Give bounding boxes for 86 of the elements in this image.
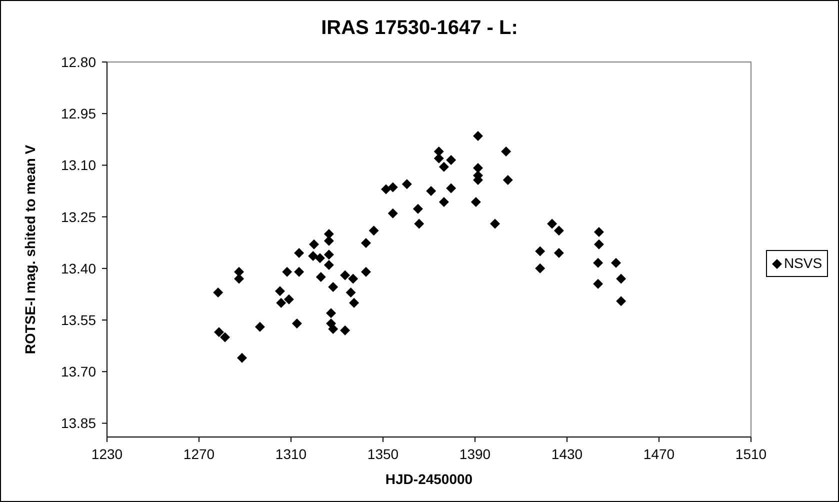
x-tick-label: 1350 [367,446,399,462]
x-tick-label: 1310 [275,446,307,462]
data-point [593,278,604,289]
data-point [346,288,356,298]
x-axis-label: HJD-2450000 [385,471,473,487]
data-point [446,183,456,194]
data-point [368,226,379,236]
data-point [616,296,626,306]
y-tick-label: 12.80 [60,54,96,70]
data-point [284,294,294,304]
data-point [388,208,398,218]
data-point [276,298,286,308]
data-point [381,184,391,194]
data-point [294,248,304,258]
data-point [316,272,326,282]
y-tick-label: 13.55 [60,312,96,328]
data-point [340,325,350,336]
data-point [340,270,350,280]
y-tick-label: 13.25 [60,208,96,225]
data-point [234,266,244,277]
x-tick-label: 1430 [551,446,583,462]
y-tick-label: 13.40 [60,260,96,276]
data-point [214,327,224,338]
data-point [412,204,423,214]
x-tick-label: 1510 [735,446,767,462]
data-point [282,266,292,277]
data-point [470,197,481,208]
data-point [473,175,483,185]
y-tick-label: 13.70 [60,364,96,380]
data-point [254,322,265,332]
data-point [438,197,449,208]
data-point [326,308,336,318]
data-point [237,352,247,363]
data-point [294,266,304,277]
data-point [292,318,302,328]
data-point [309,239,319,250]
data-point [360,266,371,277]
data-point [434,153,444,164]
data-point [314,253,325,264]
data-point [616,274,626,284]
data-point [473,130,483,141]
data-point [402,179,412,190]
data-point [535,246,546,256]
data-point [308,251,318,262]
data-point [593,258,604,268]
data-point [324,236,334,246]
data-point [554,248,564,258]
data-point [324,229,334,240]
data-point [554,226,564,236]
data-point [473,162,483,173]
data-point [324,260,334,270]
data-point [234,274,244,284]
data-point [547,218,558,229]
data-point [274,286,285,296]
data-point [414,218,424,229]
data-point [324,250,334,260]
data-point [388,182,398,192]
data-point [501,146,512,156]
chart-title: IRAS 17530-1647 - L: [321,16,518,41]
data-point [502,175,513,185]
data-point [446,155,456,166]
data-point [220,332,230,342]
legend-label: NSVS [784,254,822,273]
y-tick-label: 12.95 [60,106,96,122]
data-point [328,324,338,334]
data-point [360,238,371,248]
x-tick-label: 1470 [643,446,675,462]
data-point [535,263,546,274]
data-point [490,218,500,229]
data-point [213,288,224,298]
data-point [438,162,449,172]
data-point [594,226,604,237]
data-point [611,258,621,268]
x-tick-label: 1390 [459,446,491,462]
data-point [426,186,436,196]
y-tick-label: 13.10 [60,157,96,174]
data-point [349,298,360,308]
data-point [348,274,358,284]
x-tick-label: 1270 [183,446,215,462]
data-point [328,282,338,292]
x-tick-label: 1230 [91,446,123,462]
y-tick-label: 13.85 [60,415,96,432]
y-axis-label: ROTSE-I mag. shited to mean V [22,144,38,354]
diamond-icon [772,258,782,268]
data-point [434,146,444,156]
data-point [594,239,604,250]
